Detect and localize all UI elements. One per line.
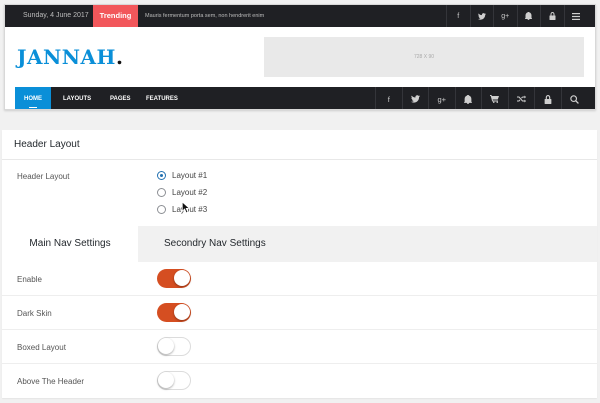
bell-icon bbox=[454, 87, 482, 109]
header-layout-label: Header Layout bbox=[17, 172, 70, 181]
setting-label: Above The Header bbox=[17, 377, 85, 386]
mouse-cursor-icon bbox=[181, 201, 191, 214]
nav-item-home: HOME bbox=[15, 87, 51, 109]
nav-item-pages: PAGES bbox=[110, 96, 131, 102]
bell-icon bbox=[516, 5, 541, 27]
toggle-knob bbox=[174, 270, 190, 286]
top-bar-icons: f g+ bbox=[446, 5, 587, 27]
nav-item-layouts: LAYOUTS bbox=[63, 96, 92, 102]
toggle-knob bbox=[158, 372, 174, 388]
setting-row-above-header: Above The Header bbox=[2, 364, 597, 398]
toggle-knob bbox=[174, 304, 190, 320]
section-title: Header Layout bbox=[14, 139, 80, 150]
main-nav: HOME LAYOUTS PAGES FEATURES f g+ bbox=[15, 87, 595, 109]
radio-button[interactable] bbox=[157, 205, 166, 214]
setting-label: Dark Skin bbox=[17, 309, 52, 318]
menu-icon bbox=[563, 5, 588, 27]
above-header-toggle[interactable] bbox=[157, 371, 191, 390]
theme-preview: Sunday, 4 June 2017 Trending Mauris ferm… bbox=[4, 4, 596, 110]
main-nav-icons: f g+ bbox=[375, 87, 588, 109]
logo-area: JANNAH. 728 X 90 bbox=[5, 27, 595, 87]
trending-badge: Trending bbox=[93, 5, 138, 27]
top-bar-date: Sunday, 4 June 2017 bbox=[23, 12, 89, 19]
lock-icon bbox=[540, 5, 564, 27]
layout-option-2[interactable]: Layout #2 bbox=[157, 184, 207, 201]
lock-icon bbox=[534, 87, 561, 109]
top-bar: Sunday, 4 June 2017 Trending Mauris ferm… bbox=[5, 5, 595, 27]
twitter-icon bbox=[469, 5, 494, 27]
google-plus-icon: g+ bbox=[493, 5, 517, 27]
toggle-knob bbox=[158, 338, 174, 354]
dark-skin-toggle[interactable] bbox=[157, 303, 191, 322]
facebook-icon: f bbox=[375, 87, 402, 109]
layout-option-label: Layout #2 bbox=[172, 188, 208, 197]
twitter-icon bbox=[401, 87, 429, 109]
setting-row-dark-skin: Dark Skin bbox=[2, 296, 597, 330]
ad-banner-placeholder: 728 X 90 bbox=[264, 37, 584, 77]
site-logo: JANNAH. bbox=[17, 45, 124, 69]
layout-option-label: Layout #1 bbox=[172, 171, 208, 180]
search-icon bbox=[560, 87, 588, 109]
setting-row-enable: Enable bbox=[2, 262, 597, 296]
news-ticker: Mauris fermentum porta sem, non hendreri… bbox=[145, 13, 265, 19]
layout-option-1[interactable]: Layout #1 bbox=[157, 167, 207, 184]
boxed-layout-toggle[interactable] bbox=[157, 337, 191, 356]
setting-row-boxed-layout: Boxed Layout bbox=[2, 330, 597, 364]
header-settings-panel: Header Layout Header Layout Layout #1 La… bbox=[2, 130, 597, 398]
enable-toggle[interactable] bbox=[157, 269, 191, 288]
radio-button[interactable] bbox=[157, 188, 166, 197]
setting-label: Enable bbox=[17, 275, 42, 284]
tab-secondary-nav-settings[interactable]: Secondry Nav Settings bbox=[164, 226, 266, 262]
radio-button[interactable] bbox=[157, 171, 166, 180]
divider bbox=[2, 159, 597, 160]
tab-main-nav-settings[interactable]: Main Nav Settings bbox=[2, 226, 138, 262]
nav-settings-tabs: Main Nav Settings Secondry Nav Settings bbox=[2, 226, 597, 262]
nav-item-features: FEATURES bbox=[146, 96, 178, 102]
google-plus-icon: g+ bbox=[428, 87, 455, 109]
shuffle-icon bbox=[507, 87, 535, 109]
cart-icon bbox=[481, 87, 508, 109]
facebook-icon: f bbox=[446, 5, 470, 27]
setting-label: Boxed Layout bbox=[17, 343, 66, 352]
